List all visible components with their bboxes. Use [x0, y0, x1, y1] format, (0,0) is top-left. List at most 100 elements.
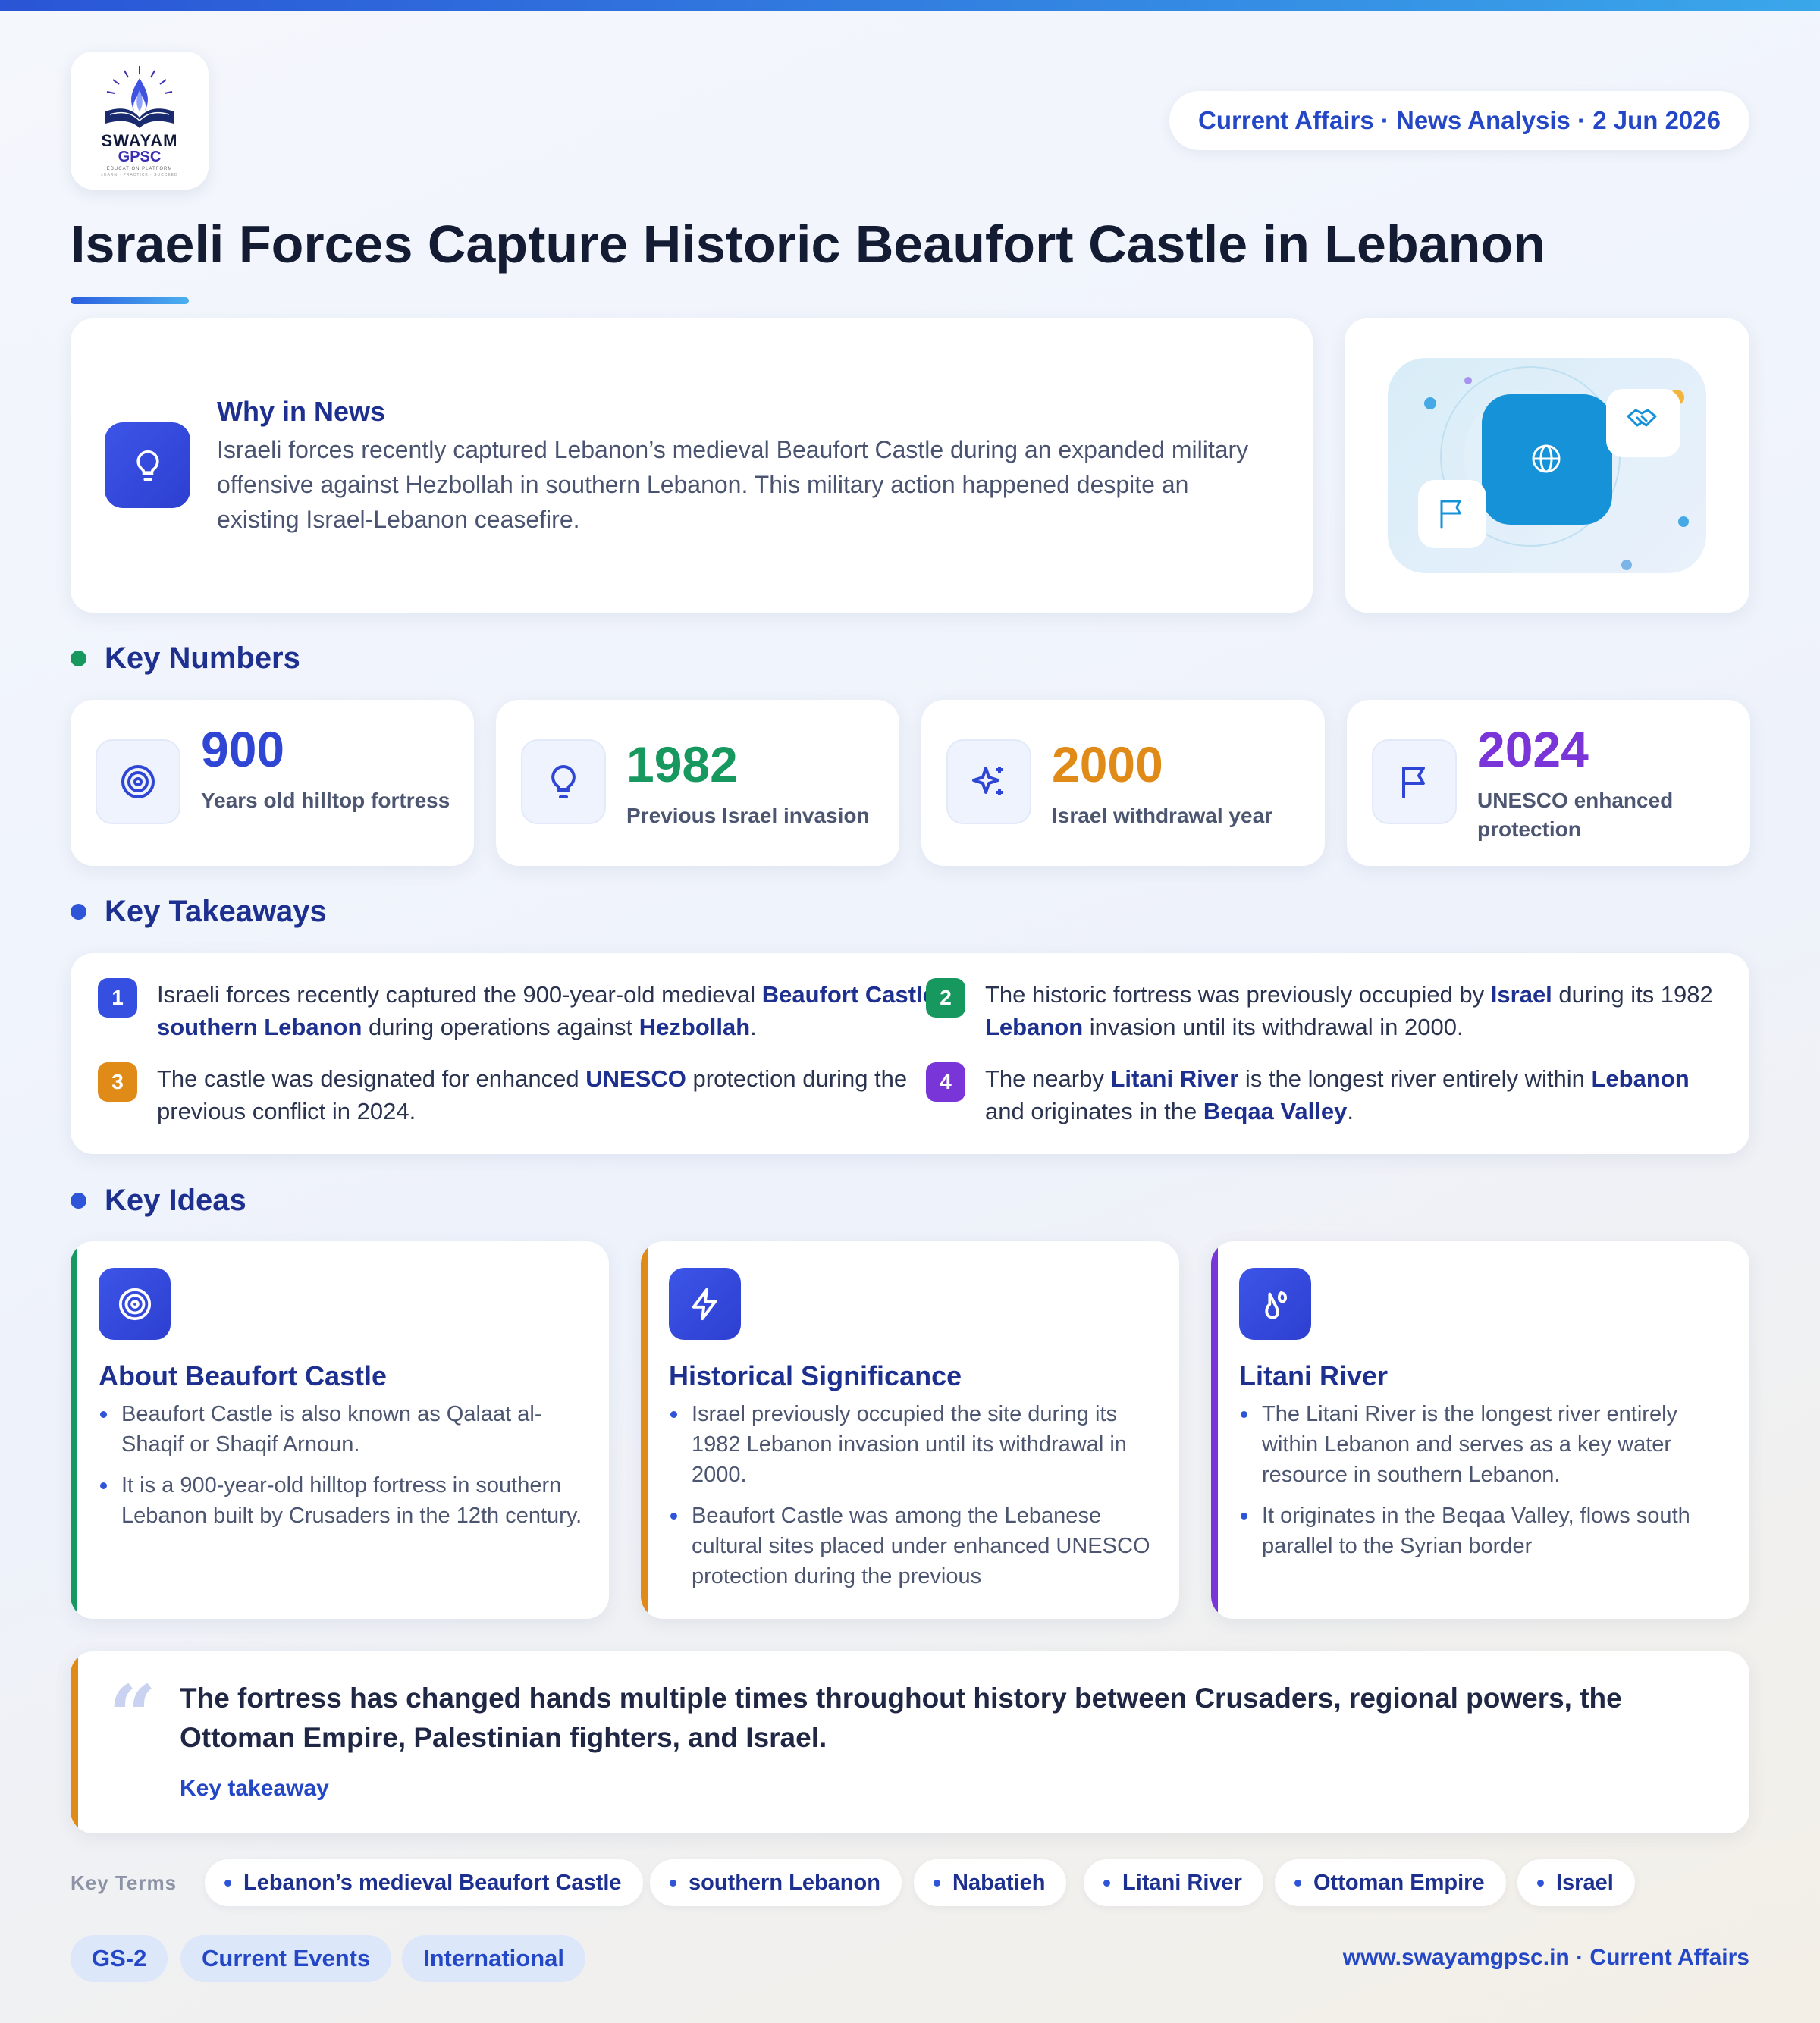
key-number-card: 1982 Previous Israel invasion	[496, 700, 899, 866]
list-item: It is a 900-year-old hilltop fortress in…	[99, 1470, 584, 1531]
chip-dot	[670, 1879, 676, 1887]
chip-dot	[1103, 1879, 1110, 1887]
chip-dot	[1537, 1879, 1544, 1887]
flag-icon	[1372, 739, 1457, 824]
key-number-card: 2000 Israel withdrawal year	[921, 700, 1325, 866]
key-idea-card: Litani River The Litani River is the lon…	[1211, 1241, 1749, 1619]
key-idea-card: Historical Significance Israel previousl…	[641, 1241, 1179, 1619]
lightning-icon	[669, 1268, 741, 1340]
lightbulb-icon	[105, 422, 190, 508]
takeaway-text: The castle was designated for enhanced U…	[157, 1065, 908, 1124]
key-idea-title: About Beaufort Castle	[99, 1360, 388, 1391]
illustration-card	[1345, 318, 1749, 613]
brand-logo: SWAYAM GPSC EDUCATION PLATFORM LEARN · P…	[71, 52, 209, 190]
footer-site: www.swayamgpsc.in · Current Affairs	[1342, 1945, 1749, 1970]
quote-card: “ The fortress has changed hands multipl…	[71, 1651, 1749, 1833]
takeaway-text: The historic fortress was previously occ…	[985, 981, 1713, 1040]
key-idea-bullets: Beaufort Castle is also known as Qalaat …	[99, 1399, 584, 1542]
chip-dot	[224, 1879, 231, 1887]
key-term-chip: Litani River	[1084, 1859, 1263, 1906]
key-idea-title: Litani River	[1239, 1360, 1389, 1391]
key-term-chip: Ottoman Empire	[1275, 1859, 1506, 1906]
droplets-icon	[1239, 1268, 1311, 1340]
key-number-label: Years old hilltop fortress	[201, 789, 450, 812]
key-numbers-heading: Key Numbers	[71, 641, 300, 676]
chip-dot	[934, 1879, 940, 1887]
takeaway-text: The nearby Litani River is the longest r…	[985, 1065, 1690, 1124]
brand-name-line2: GPSC	[118, 148, 162, 165]
key-number-label: Previous Israel invasion	[626, 804, 870, 827]
lightbulb-icon	[521, 739, 606, 824]
quote-label: Key takeaway	[180, 1776, 329, 1801]
logo-book-flame-icon	[105, 65, 174, 128]
chip-label: southern Lebanon	[689, 1870, 880, 1895]
section-title: Key Ideas	[105, 1184, 246, 1217]
takeaway-item: 4 The nearby Litani River is the longest…	[926, 1062, 1730, 1128]
key-term-chip: Lebanon’s medieval Beaufort Castle	[205, 1859, 643, 1906]
card-accent-stripe	[1211, 1241, 1218, 1619]
section-dot	[71, 651, 86, 666]
key-number-value: 2000	[1052, 736, 1163, 792]
card-accent-stripe	[71, 1241, 77, 1619]
top-accent-bar	[0, 0, 1820, 11]
chip-label: Nabatieh	[952, 1870, 1046, 1895]
date-pill: Current Affairs · News Analysis · 2 Jun …	[1169, 91, 1749, 150]
key-number-value: 1982	[626, 736, 738, 792]
tag-chip: Current Events	[180, 1935, 392, 1982]
takeaway-number-badge: 3	[98, 1062, 137, 1102]
list-item: It originates in the Beqaa Valley, flows…	[1239, 1501, 1724, 1561]
chip-label: Lebanon’s medieval Beaufort Castle	[243, 1870, 622, 1895]
sparkles-icon	[946, 739, 1031, 824]
list-item: Israel previously occupied the site duri…	[669, 1399, 1154, 1490]
illustration-graphic	[1418, 366, 1689, 570]
list-item: Beaufort Castle is also known as Qalaat …	[99, 1399, 584, 1460]
list-item: The Litani River is the longest river en…	[1239, 1399, 1724, 1490]
takeaway-item: 2 The historic fortress was previously o…	[926, 978, 1730, 1043]
section-dot	[71, 1193, 86, 1209]
quote-mark-icon: “	[108, 1667, 157, 1764]
card-accent-stripe	[641, 1241, 648, 1619]
section-title: Key Takeaways	[105, 895, 327, 928]
section-dot	[71, 904, 86, 920]
takeaway-item: 1 Israeli forces recently captured the 9…	[98, 978, 962, 1043]
why-in-news-text: Israeli forces recently captured Lebanon…	[217, 436, 1249, 533]
key-number-card: 2024 UNESCO enhanced protection	[1347, 700, 1750, 866]
key-term-chip: southern Lebanon	[650, 1859, 902, 1906]
key-idea-bullets: Israel previously occupied the site duri…	[669, 1399, 1154, 1602]
key-number-value: 900	[201, 721, 285, 777]
takeaway-number-badge: 1	[98, 978, 137, 1018]
card-accent-stripe	[71, 1651, 78, 1833]
takeaway-number-badge: 2	[926, 978, 965, 1018]
chip-label: Israel	[1556, 1870, 1614, 1895]
takeaway-text: Israeli forces recently captured the 900…	[157, 981, 961, 1040]
chip-label: Litani River	[1122, 1870, 1242, 1895]
section-title: Key Numbers	[105, 641, 300, 675]
key-number-card: 900 Years old hilltop fortress	[71, 700, 474, 866]
key-takeaways-card: 1 Israeli forces recently captured the 9…	[71, 953, 1749, 1154]
key-number-value: 2024	[1477, 721, 1589, 777]
brand-motto: LEARN · PRACTICE · SUCCEED	[101, 172, 178, 177]
tag-chip: International	[402, 1935, 586, 1982]
key-term-chip: Nabatieh	[914, 1859, 1067, 1906]
list-item: Beaufort Castle was among the Lebanese c…	[669, 1501, 1154, 1592]
brand-tagline: EDUCATION PLATFORM	[106, 166, 173, 171]
quote-text: The fortress has changed hands multiple …	[180, 1683, 1622, 1753]
title-underline	[71, 297, 189, 304]
chip-label: Ottoman Empire	[1313, 1870, 1485, 1895]
key-term-chip: Israel	[1517, 1859, 1635, 1906]
takeaway-number-badge: 4	[926, 1062, 965, 1102]
key-number-label: Israel withdrawal year	[1052, 804, 1273, 827]
why-in-news-card: Why in News Israeli forces recently capt…	[71, 318, 1313, 613]
target-icon	[96, 739, 180, 824]
page-title: Israeli Forces Capture Historic Beaufort…	[71, 215, 1545, 274]
key-ideas-heading: Key Ideas	[71, 1184, 246, 1218]
key-idea-title: Historical Significance	[669, 1360, 962, 1391]
why-in-news-heading: Why in News	[217, 396, 386, 427]
key-idea-card: About Beaufort Castle Beaufort Castle is…	[71, 1241, 609, 1619]
key-idea-bullets: The Litani River is the longest river en…	[1239, 1399, 1724, 1572]
key-terms-label: Key Terms	[71, 1871, 177, 1894]
chip-dot	[1294, 1879, 1301, 1887]
takeaway-item: 3 The castle was designated for enhanced…	[98, 1062, 962, 1128]
key-takeaways-heading: Key Takeaways	[71, 895, 327, 929]
tag-chip: GS-2	[71, 1935, 168, 1982]
